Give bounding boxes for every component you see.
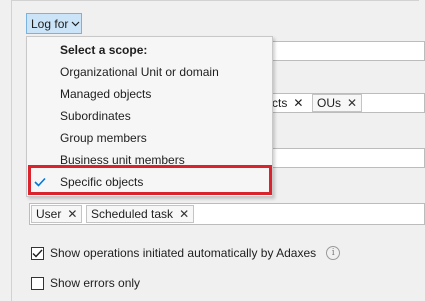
log-for-dropdown[interactable]: Log for [26, 13, 82, 34]
panel-border-top [11, 0, 419, 1]
panel-border-left [11, 0, 12, 301]
menu-item-label: Business unit members [60, 153, 185, 167]
menu-item-label: Subordinates [60, 109, 131, 123]
show-automatic-label: Show operations initiated automatically … [50, 246, 317, 260]
scope-chip-ous[interactable]: OUs ✕ [312, 94, 363, 112]
chip-label: Scheduled task [91, 207, 174, 221]
remove-icon[interactable]: ✕ [179, 208, 189, 220]
menu-item-label: Managed objects [60, 87, 152, 101]
chip-label: User [36, 207, 62, 221]
background-field-2[interactable] [272, 148, 425, 168]
scope-chip-partial: cts ✕ [272, 96, 304, 110]
operation-chip-scheduled-task[interactable]: Scheduled task ✕ [86, 205, 195, 223]
scope-menu: Select a scope: Organizational Unit or d… [26, 36, 273, 197]
checkmark-icon [34, 176, 46, 190]
menu-item-label: Specific objects [60, 175, 144, 189]
show-automatic-checkbox[interactable] [31, 246, 44, 260]
log-for-label: Log for [31, 16, 69, 31]
chevron-down-icon [71, 21, 80, 27]
background-field-1[interactable] [272, 41, 425, 61]
info-icon[interactable]: i [326, 246, 341, 260]
menu-item-ou-or-domain[interactable]: Organizational Unit or domain [27, 61, 272, 83]
chip-label: OUs [317, 96, 341, 110]
operation-chip-user[interactable]: User ✕ [31, 205, 83, 223]
menu-header: Select a scope: [60, 43, 148, 57]
menu-item-subordinates[interactable]: Subordinates [27, 105, 272, 127]
menu-item-group-members[interactable]: Group members [27, 127, 272, 149]
remove-icon[interactable]: ✕ [347, 97, 357, 109]
menu-item-managed-objects[interactable]: Managed objects [27, 83, 272, 105]
show-errors-checkbox[interactable] [31, 276, 44, 290]
menu-item-label: Organizational Unit or domain [60, 65, 219, 79]
show-errors-label: Show errors only [50, 276, 141, 290]
show-errors-option[interactable]: Show errors only [31, 276, 140, 290]
show-automatic-option[interactable]: Show operations initiated automatically … [31, 246, 341, 260]
menu-item-specific-objects[interactable]: Specific objects [27, 171, 272, 193]
menu-item-label: Group members [60, 131, 147, 145]
menu-item-business-unit-members[interactable]: Business unit members [27, 149, 272, 171]
remove-icon[interactable]: ✕ [67, 208, 77, 220]
